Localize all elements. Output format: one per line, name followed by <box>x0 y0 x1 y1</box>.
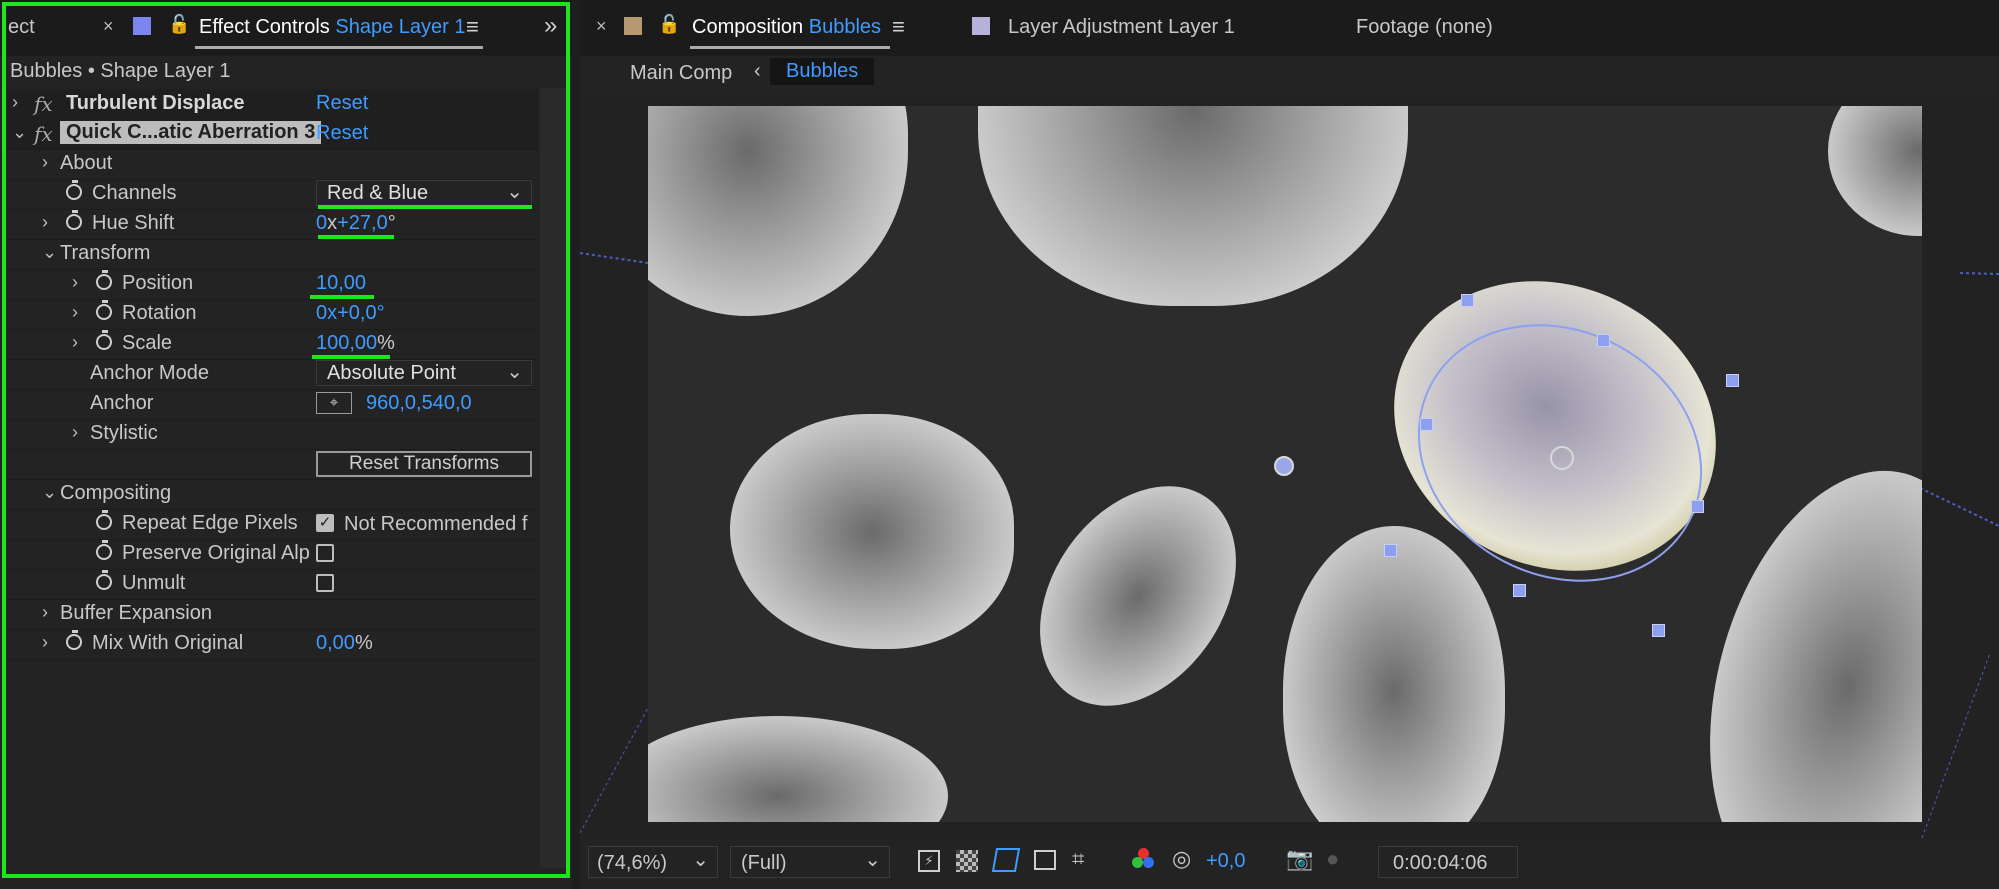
composition-tab[interactable]: Composition Bubbles <box>692 16 881 39</box>
panel-color-icon <box>972 17 990 35</box>
chevron-down-icon: ⌄ <box>864 849 881 871</box>
comp-viewer[interactable] <box>580 98 1999 838</box>
path-handle[interactable] <box>1691 500 1704 513</box>
path-handle[interactable] <box>1726 374 1739 387</box>
chevron-down-icon: ⌄ <box>692 849 709 871</box>
path-handle[interactable] <box>1652 624 1665 637</box>
tab-underline <box>690 46 890 49</box>
viewer-toolbar: (74,6%) ⌄ (Full) ⌄ ⚡ ⌗ ◎ +0,0 📷 ● 0:00:0… <box>580 838 1999 889</box>
resolution-dropdown[interactable]: (Full) ⌄ <box>730 846 890 878</box>
crumb-main-comp[interactable]: Main Comp <box>630 62 732 85</box>
grid-guides-icon[interactable]: ⌗ <box>1072 846 1084 872</box>
timecode-value: 0:00:04:06 <box>1393 852 1488 874</box>
exposure-icon[interactable]: ◎ <box>1172 846 1191 872</box>
anchor-point-icon[interactable] <box>1550 446 1574 470</box>
path-handle[interactable] <box>1461 294 1474 307</box>
resolution-value: (Full) <box>741 852 787 874</box>
region-of-interest-icon[interactable] <box>1034 850 1056 870</box>
path-handle[interactable] <box>1597 334 1610 347</box>
path-handle[interactable] <box>1420 418 1433 431</box>
fast-preview-icon[interactable]: ⚡ <box>918 850 940 872</box>
footage-tab[interactable]: Footage (none) <box>1356 16 1493 39</box>
comp-breadcrumb: Main Comp ‹ Bubbles <box>580 56 1999 98</box>
composition-panel: × 🔓 Composition Bubbles ≡ Layer Adjustme… <box>580 0 1999 889</box>
snapshot-icon[interactable]: 📷 <box>1286 846 1313 872</box>
mask-visibility-icon[interactable] <box>991 848 1021 872</box>
close-tab-icon[interactable]: × <box>596 16 607 37</box>
transparency-grid-icon[interactable] <box>956 850 978 872</box>
tab-title: Composition <box>692 16 804 38</box>
anchor-point-icon[interactable] <box>1274 456 1294 476</box>
timecode-display[interactable]: 0:00:04:06 <box>1378 846 1518 878</box>
exposure-value[interactable]: +0,0 <box>1206 850 1245 873</box>
panel-tab-bar: × 🔓 Composition Bubbles ≡ Layer Adjustme… <box>580 0 1999 56</box>
zoom-value: (74,6%) <box>597 852 668 874</box>
lock-icon[interactable]: 🔓 <box>658 14 680 35</box>
crumb-current[interactable]: Bubbles <box>770 58 875 85</box>
show-snapshot-icon[interactable]: ● <box>1326 846 1339 872</box>
panel-menu-icon[interactable]: ≡ <box>892 14 905 40</box>
panel-color-icon <box>624 17 642 35</box>
zoom-dropdown[interactable]: (74,6%) ⌄ <box>588 846 718 878</box>
chevron-left-icon: ‹ <box>754 60 761 82</box>
path-handle[interactable] <box>1513 584 1526 597</box>
color-channel-icon[interactable] <box>1132 848 1156 872</box>
tab-comp-name: Bubbles <box>808 16 882 38</box>
path-handle[interactable] <box>1384 544 1397 557</box>
highlight-frame <box>2 2 570 878</box>
layer-tab[interactable]: Layer Adjustment Layer 1 <box>1008 16 1235 39</box>
